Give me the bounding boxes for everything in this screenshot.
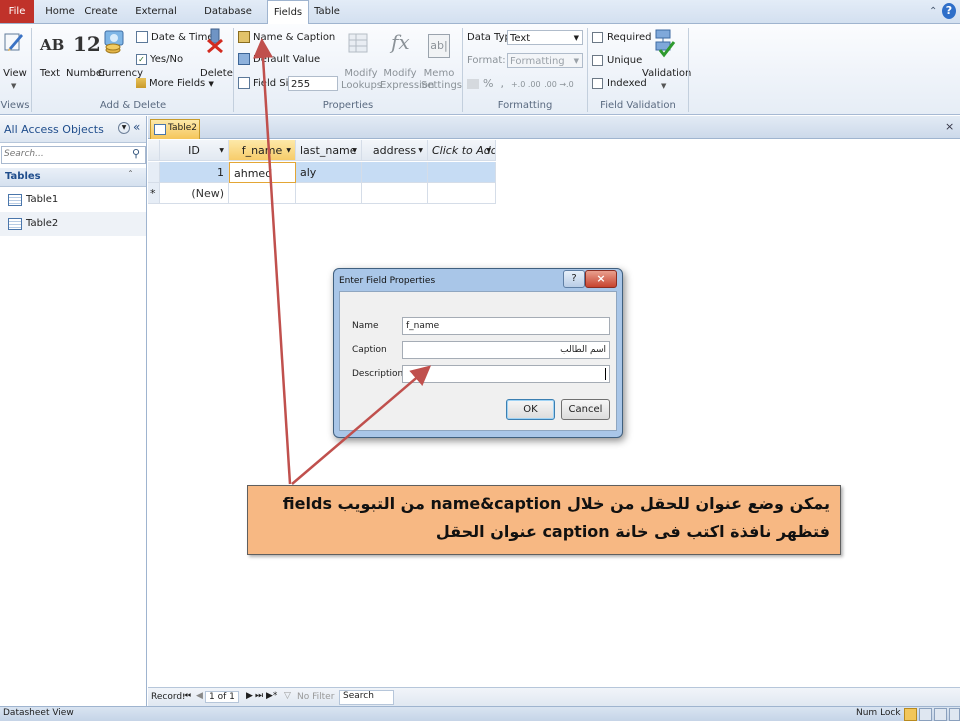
callout-line-2: فتظهر نافذة اكتب فى خانة caption عنوان ا…	[435, 522, 830, 541]
callout-line-1: يمكن وضع عنوان للحقل من خلال name&captio…	[282, 494, 830, 513]
annotation-callout: يمكن وضع عنوان للحقل من خلال name&captio…	[247, 485, 841, 555]
arrow-to-caption-field	[291, 365, 432, 485]
annotation-arrows	[253, 38, 432, 485]
arrow-to-name-caption	[253, 38, 292, 485]
